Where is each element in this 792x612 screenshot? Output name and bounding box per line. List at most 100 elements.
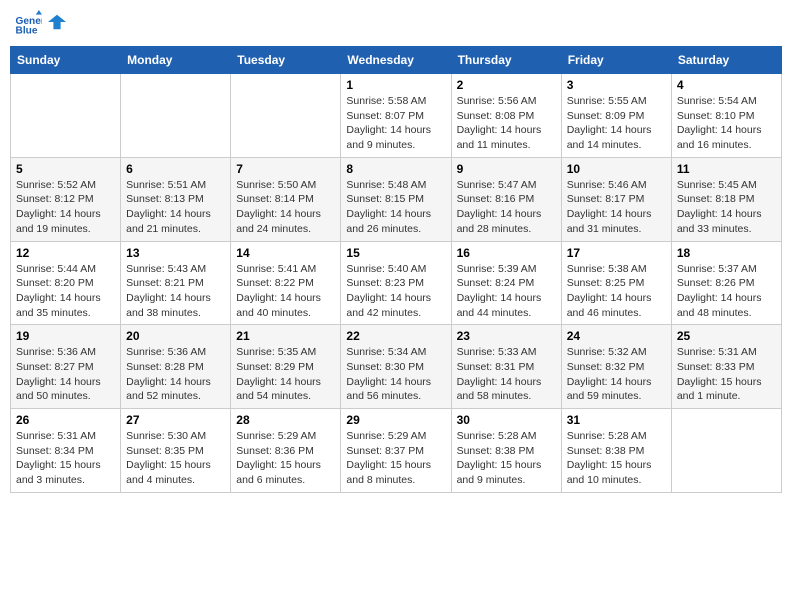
day-info: Sunrise: 5:38 AMSunset: 8:25 PMDaylight:… [567, 262, 666, 321]
day-number: 4 [677, 78, 776, 92]
day-cell: 29 Sunrise: 5:29 AMSunset: 8:37 PMDayligh… [341, 409, 451, 493]
day-cell: 24Sunrise: 5:32 AMSunset: 8:32 PMDayligh… [561, 325, 671, 409]
day-number: 1 [346, 78, 445, 92]
day-number: 25 [677, 329, 776, 343]
week-row-4: 19 Sunrise: 5:36 AMSunset: 8:27 PMDayligh… [11, 325, 782, 409]
day-info: Sunrise: 5:28 AMSunset: 8:38 PMDaylight:… [567, 429, 666, 488]
day-number: 29 [346, 413, 445, 427]
day-number: 30 [457, 413, 556, 427]
col-header-wednesday: Wednesday [341, 47, 451, 74]
day-cell: 22 Sunrise: 5:34 AMSunset: 8:30 PMDayligh… [341, 325, 451, 409]
day-cell: 3 Sunrise: 5:55 AMSunset: 8:09 PMDaylight… [561, 74, 671, 158]
day-cell: 21 Sunrise: 5:35 AMSunset: 8:29 PMDayligh… [231, 325, 341, 409]
day-info: Sunrise: 5:56 AMSunset: 8:08 PMDaylight:… [457, 94, 556, 153]
header-row: SundayMondayTuesdayWednesdayThursdayFrid… [11, 47, 782, 74]
day-info: Sunrise: 5:55 AMSunset: 8:09 PMDaylight:… [567, 94, 666, 153]
day-number: 9 [457, 162, 556, 176]
day-cell: 16Sunrise: 5:39 AMSunset: 8:24 PMDayligh… [451, 241, 561, 325]
day-cell: 17 Sunrise: 5:38 AMSunset: 8:25 PMDayligh… [561, 241, 671, 325]
day-number: 17 [567, 246, 666, 260]
day-info: Sunrise: 5:46 AMSunset: 8:17 PMDaylight:… [567, 178, 666, 237]
day-info: Sunrise: 5:29 AMSunset: 8:36 PMDaylight:… [236, 429, 335, 488]
col-header-sunday: Sunday [11, 47, 121, 74]
day-info: Sunrise: 5:54 AMSunset: 8:10 PMDaylight:… [677, 94, 776, 153]
day-info: Sunrise: 5:35 AMSunset: 8:29 PMDaylight:… [236, 345, 335, 404]
day-number: 31 [567, 413, 666, 427]
day-cell: 10Sunrise: 5:46 AMSunset: 8:17 PMDayligh… [561, 157, 671, 241]
day-info: Sunrise: 5:39 AMSunset: 8:24 PMDaylight:… [457, 262, 556, 321]
day-info: Sunrise: 5:52 AMSunset: 8:12 PMDaylight:… [16, 178, 115, 237]
day-number: 5 [16, 162, 115, 176]
svg-text:Blue: Blue [16, 25, 38, 36]
day-number: 18 [677, 246, 776, 260]
day-cell: 13Sunrise: 5:43 AMSunset: 8:21 PMDayligh… [121, 241, 231, 325]
day-cell [671, 409, 781, 493]
day-info: Sunrise: 5:36 AMSunset: 8:27 PMDaylight:… [16, 345, 115, 404]
day-info: Sunrise: 5:29 AMSunset: 8:37 PMDaylight:… [346, 429, 445, 488]
day-info: Sunrise: 5:28 AMSunset: 8:38 PMDaylight:… [457, 429, 556, 488]
day-info: Sunrise: 5:31 AMSunset: 8:33 PMDaylight:… [677, 345, 776, 404]
day-info: Sunrise: 5:50 AMSunset: 8:14 PMDaylight:… [236, 178, 335, 237]
day-info: Sunrise: 5:44 AMSunset: 8:20 PMDaylight:… [16, 262, 115, 321]
day-info: Sunrise: 5:32 AMSunset: 8:32 PMDaylight:… [567, 345, 666, 404]
day-info: Sunrise: 5:43 AMSunset: 8:21 PMDaylight:… [126, 262, 225, 321]
day-cell: 28 Sunrise: 5:29 AMSunset: 8:36 PMDayligh… [231, 409, 341, 493]
day-cell: 5 Sunrise: 5:52 AMSunset: 8:12 PMDaylight… [11, 157, 121, 241]
day-cell: 30 Sunrise: 5:28 AMSunset: 8:38 PMDayligh… [451, 409, 561, 493]
day-cell: 15Sunrise: 5:40 AMSunset: 8:23 PMDayligh… [341, 241, 451, 325]
logo-bird-icon [48, 13, 66, 31]
col-header-monday: Monday [121, 47, 231, 74]
day-number: 6 [126, 162, 225, 176]
day-info: Sunrise: 5:37 AMSunset: 8:26 PMDaylight:… [677, 262, 776, 321]
day-number: 23 [457, 329, 556, 343]
page-header: General Blue [10, 10, 782, 38]
day-cell: 19 Sunrise: 5:36 AMSunset: 8:27 PMDayligh… [11, 325, 121, 409]
day-info: Sunrise: 5:31 AMSunset: 8:34 PMDaylight:… [16, 429, 115, 488]
day-cell: 31 Sunrise: 5:28 AMSunset: 8:38 PMDayligh… [561, 409, 671, 493]
day-cell [11, 74, 121, 158]
day-info: Sunrise: 5:51 AMSunset: 8:13 PMDaylight:… [126, 178, 225, 237]
logo-icon: General Blue [14, 10, 42, 38]
day-info: Sunrise: 5:41 AMSunset: 8:22 PMDaylight:… [236, 262, 335, 321]
day-cell: 26 Sunrise: 5:31 AMSunset: 8:34 PMDayligh… [11, 409, 121, 493]
day-number: 14 [236, 246, 335, 260]
logo: General Blue [14, 10, 66, 38]
day-cell: 14 Sunrise: 5:41 AMSunset: 8:22 PMDayligh… [231, 241, 341, 325]
day-info: Sunrise: 5:34 AMSunset: 8:30 PMDaylight:… [346, 345, 445, 404]
day-cell: 6 Sunrise: 5:51 AMSunset: 8:13 PMDaylight… [121, 157, 231, 241]
day-number: 3 [567, 78, 666, 92]
day-info: Sunrise: 5:48 AMSunset: 8:15 PMDaylight:… [346, 178, 445, 237]
day-number: 22 [346, 329, 445, 343]
day-number: 8 [346, 162, 445, 176]
week-row-2: 5 Sunrise: 5:52 AMSunset: 8:12 PMDaylight… [11, 157, 782, 241]
day-number: 19 [16, 329, 115, 343]
day-info: Sunrise: 5:36 AMSunset: 8:28 PMDaylight:… [126, 345, 225, 404]
day-cell: 12 Sunrise: 5:44 AMSunset: 8:20 PMDayligh… [11, 241, 121, 325]
col-header-thursday: Thursday [451, 47, 561, 74]
day-info: Sunrise: 5:58 AMSunset: 8:07 PMDaylight:… [346, 94, 445, 153]
day-cell: 2 Sunrise: 5:56 AMSunset: 8:08 PMDaylight… [451, 74, 561, 158]
day-cell: 25 Sunrise: 5:31 AMSunset: 8:33 PMDayligh… [671, 325, 781, 409]
day-number: 12 [16, 246, 115, 260]
day-number: 26 [16, 413, 115, 427]
col-header-saturday: Saturday [671, 47, 781, 74]
day-cell: 20 Sunrise: 5:36 AMSunset: 8:28 PMDayligh… [121, 325, 231, 409]
day-cell: 4 Sunrise: 5:54 AMSunset: 8:10 PMDaylight… [671, 74, 781, 158]
day-cell: 9 Sunrise: 5:47 AMSunset: 8:16 PMDaylight… [451, 157, 561, 241]
day-info: Sunrise: 5:40 AMSunset: 8:23 PMDaylight:… [346, 262, 445, 321]
day-cell: 18 Sunrise: 5:37 AMSunset: 8:26 PMDayligh… [671, 241, 781, 325]
day-number: 21 [236, 329, 335, 343]
week-row-5: 26 Sunrise: 5:31 AMSunset: 8:34 PMDayligh… [11, 409, 782, 493]
day-number: 20 [126, 329, 225, 343]
day-number: 2 [457, 78, 556, 92]
day-number: 28 [236, 413, 335, 427]
day-info: Sunrise: 5:47 AMSunset: 8:16 PMDaylight:… [457, 178, 556, 237]
col-header-friday: Friday [561, 47, 671, 74]
day-number: 7 [236, 162, 335, 176]
week-row-1: 1 Sunrise: 5:58 AMSunset: 8:07 PMDaylight… [11, 74, 782, 158]
day-cell: 7 Sunrise: 5:50 AMSunset: 8:14 PMDaylight… [231, 157, 341, 241]
day-info: Sunrise: 5:30 AMSunset: 8:35 PMDaylight:… [126, 429, 225, 488]
day-number: 27 [126, 413, 225, 427]
day-cell: 1 Sunrise: 5:58 AMSunset: 8:07 PMDaylight… [341, 74, 451, 158]
day-cell: 11Sunrise: 5:45 AMSunset: 8:18 PMDayligh… [671, 157, 781, 241]
